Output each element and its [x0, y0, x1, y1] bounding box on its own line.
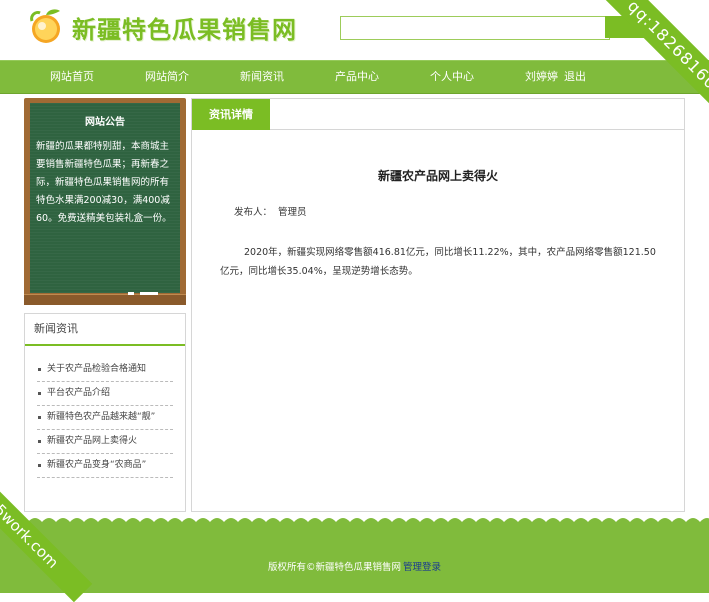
- article-publisher: 发布人： 管理员: [234, 204, 307, 218]
- main-nav: 网站首页 网站简介 新闻资讯 产品中心 个人中心 刘婷婷 退出: [0, 60, 709, 94]
- notice-text: 新疆的瓜果都特别甜，本商城主要销售新疆特色瓜果；再新春之际，新疆特色瓜果销售网的…: [36, 141, 172, 224]
- chalk-icon: [140, 292, 158, 295]
- news-item[interactable]: 关于农产品检验合格通知: [37, 358, 173, 382]
- nav-home[interactable]: 网站首页: [50, 61, 94, 93]
- board-ledge: [24, 294, 186, 305]
- footer-copyright: 版权所有©新疆特色瓜果销售网: [267, 562, 401, 573]
- notice-board: 网站公告 新疆的瓜果都特别甜，本商城主要销售新疆特色瓜果；再新春之际，新疆特色瓜…: [24, 98, 186, 305]
- article-panel: 资讯详情 新疆农产品网上卖得火 发布人： 管理员 2020年，新疆实现网络零售额4…: [191, 98, 685, 512]
- nav-products[interactable]: 产品中心: [335, 61, 379, 93]
- footer-text: 版权所有©新疆特色瓜果销售网 管理登录: [0, 559, 709, 573]
- nav-about[interactable]: 网站简介: [145, 61, 189, 93]
- site-title: 新疆特色瓜果销售网: [72, 15, 297, 44]
- nav-news[interactable]: 新闻资讯: [240, 61, 284, 93]
- nav-user-area: 刘婷婷 退出: [525, 61, 586, 93]
- publisher-label: 发布人：: [234, 207, 273, 218]
- news-list: 关于农产品检验合格通知 平台农产品介绍 新疆特色农产品越来越“靓” 新疆农产品网…: [25, 358, 185, 478]
- header: 新疆特色瓜果销售网: [0, 0, 709, 60]
- news-panel-title: 新闻资讯: [25, 314, 185, 346]
- logout-link[interactable]: 退出: [564, 70, 586, 83]
- publisher-name: 管理员: [278, 207, 307, 218]
- news-item[interactable]: 平台农产品介绍: [37, 382, 173, 406]
- chalk-small-icon: [128, 292, 134, 295]
- nav-user-center[interactable]: 个人中心: [430, 61, 474, 93]
- search-input[interactable]: [340, 16, 610, 40]
- article-title: 新疆农产品网上卖得火: [377, 169, 498, 183]
- fruit-logo-icon: [30, 9, 60, 43]
- notice-title: 网站公告: [85, 117, 125, 128]
- news-panel: 新闻资讯 关于农产品检验合格通知 平台农产品介绍 新疆特色农产品越来越“靓” 新…: [24, 313, 186, 512]
- tab-article-detail[interactable]: 资讯详情: [192, 99, 270, 130]
- article-body: 2020年，新疆实现网络零售额416.81亿元，同比增长11.22%，其中，农产…: [220, 247, 656, 277]
- article-tabbar: 资讯详情: [192, 99, 684, 130]
- news-item[interactable]: 新疆农产品变身“农商品”: [37, 454, 173, 478]
- site-logo[interactable]: 新疆特色瓜果销售网: [28, 4, 297, 50]
- news-item[interactable]: 新疆特色农产品越来越“靓”: [37, 406, 173, 430]
- footer: 版权所有©新疆特色瓜果销售网 管理登录: [0, 523, 709, 593]
- nav-username[interactable]: 刘婷婷: [525, 70, 558, 83]
- news-item[interactable]: 新疆农产品网上卖得火: [37, 430, 173, 454]
- admin-login-link[interactable]: 管理登录: [403, 562, 441, 573]
- notice-board-surface: 网站公告 新疆的瓜果都特别甜，本商城主要销售新疆特色瓜果；再新春之际，新疆特色瓜…: [30, 103, 180, 293]
